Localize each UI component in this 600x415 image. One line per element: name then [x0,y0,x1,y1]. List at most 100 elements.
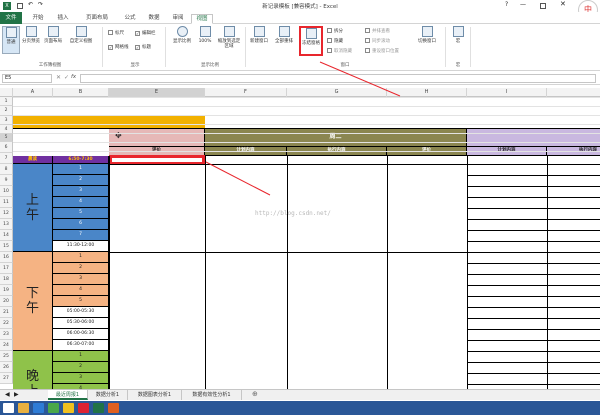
row-header[interactable]: 27 [0,373,13,384]
gridlines-checkbox[interactable]: ✓ 网格线 [108,44,129,50]
row-gridline [467,351,600,352]
taskbar-app-icon[interactable] [63,403,74,413]
row-header[interactable]: 18 [0,274,13,285]
row-header[interactable]: 7 [0,153,13,164]
taskbar-excel-icon[interactable] [93,403,104,413]
col-header-h[interactable]: H [387,88,467,97]
row-header[interactable]: 15 [0,241,13,252]
row-gridline [467,329,600,330]
row-header[interactable]: 8 [0,164,13,175]
headings-checkbox[interactable]: ✓ 标题 [135,44,151,50]
row-header[interactable]: 10 [0,186,13,197]
row-header[interactable]: 14 [0,230,13,241]
col-header-a[interactable]: A [13,88,53,97]
row-header[interactable]: 5 [0,134,13,142]
macros-button[interactable]: 宏 [450,26,466,44]
col-header-g[interactable]: G [287,88,387,97]
fx-icon[interactable]: fx [71,74,76,80]
row-header[interactable]: 3 [0,116,13,125]
sheet-tab-4[interactable]: 数据有效性分析1 [182,390,242,400]
taskbar-app-icon[interactable] [78,403,89,413]
row-header[interactable]: 24 [0,340,13,351]
select-all-corner[interactable] [0,88,13,97]
new-window-button[interactable]: 新建窗口 [248,26,270,44]
tab-page-layout[interactable]: 页面布局 [78,14,116,24]
row-header[interactable]: 1 [0,97,13,106]
tab-formulas[interactable]: 公式 [120,14,140,24]
col-header-b[interactable]: B [53,88,109,97]
morning-label-text: 晨读 [28,157,37,162]
save-icon[interactable] [17,3,23,9]
row-gridline [467,219,600,220]
tab-review[interactable]: 审阅 [168,14,188,24]
zoom-100-button[interactable]: 100% [196,26,214,44]
redo-icon[interactable]: ↷ [38,1,43,8]
row-header[interactable]: 12 [0,208,13,219]
row-header[interactable]: 23 [0,329,13,340]
row-header[interactable]: 2 [0,106,13,116]
help-icon[interactable]: ? [505,1,508,8]
close-icon[interactable]: ✕ [560,0,566,8]
col-header-e[interactable]: E [109,88,205,97]
unhide-button[interactable]: 取消隐藏 [327,48,352,54]
row-gridline [467,274,600,275]
col-header-f[interactable]: F [205,88,287,97]
ruler-checkbox[interactable]: 标尺 [108,30,124,36]
row-header[interactable]: 4 [0,125,13,134]
sync-scroll-button[interactable]: 同步滚动 [365,38,390,44]
next-sheet-icon[interactable]: ▶ [14,391,19,398]
switch-window-button[interactable]: 切换窗口 [414,26,440,44]
page-break-button[interactable]: 分页预览 [22,26,40,44]
row-header[interactable]: 22 [0,318,13,329]
row-header[interactable]: 6 [0,142,13,153]
taskbar-app-icon[interactable] [108,403,119,413]
row-header[interactable]: 17 [0,263,13,274]
freeze-panes-button[interactable]: 冻结窗格 [299,26,323,56]
formula-bar-checkbox[interactable]: ✓ 编辑栏 [135,30,156,36]
start-icon[interactable] [3,403,14,413]
row-header[interactable]: 9 [0,175,13,186]
enter-icon[interactable]: ✓ [64,74,69,81]
row-header[interactable]: 21 [0,307,13,318]
page-layout-button[interactable]: 页面布局 [42,26,64,44]
normal-view-button[interactable]: 普通 [2,26,20,54]
tab-home[interactable]: 开始 [27,14,49,24]
custom-view-button[interactable]: 自定义视图 [66,26,96,44]
taskbar-app-icon[interactable] [48,403,59,413]
reset-position-button[interactable]: 重设窗口位置 [365,48,399,54]
sheet-tab-1[interactable]: 最近周报1 [48,390,88,400]
row-gridline [13,97,600,98]
file-tab[interactable]: 文件 [0,12,22,24]
row-header[interactable]: 26 [0,362,13,373]
sheet-tab-2[interactable]: 数据分析1 [88,390,128,400]
undo-icon[interactable]: ↶ [28,1,33,8]
zoom-button[interactable]: 显示比例 [170,26,194,44]
tab-insert[interactable]: 插入 [52,14,74,24]
add-sheet-icon[interactable]: ⊕ [252,390,258,398]
name-box[interactable]: E5 [2,74,52,83]
row-header[interactable]: 11 [0,197,13,208]
maximize-icon[interactable] [540,3,546,9]
arrange-all-button[interactable]: 全部重排 [272,26,296,44]
row-header[interactable]: 20 [0,296,13,307]
side-by-side-button[interactable]: 并排查看 [365,28,390,34]
cell-e3-plus[interactable]: ✥ [109,129,205,147]
formula-input[interactable] [80,74,596,83]
taskbar-app-icon[interactable] [33,403,44,413]
prev-sheet-icon[interactable]: ◀ [5,391,10,398]
split-button[interactable]: 拆分 [327,28,343,34]
row-header[interactable]: 16 [0,252,13,263]
row-header[interactable]: 13 [0,219,13,230]
minimize-icon[interactable]: — [520,1,526,8]
row-header[interactable]: 19 [0,285,13,296]
cancel-icon[interactable]: ✕ [56,74,61,81]
col-header-i[interactable]: I [467,88,547,97]
tab-data[interactable]: 数据 [144,14,164,24]
row-header[interactable]: 25 [0,351,13,362]
hide-button[interactable]: 隐藏 [327,38,343,44]
tab-view[interactable]: 视图 [191,14,213,24]
zoom-selection-button[interactable]: 缩放到选定区域 [216,26,242,49]
taskbar-app-icon[interactable] [18,403,29,413]
sheet-grid[interactable]: 1 2 3 4 5 6 7 8 9 10 11 12 13 14 15 16 17 18 19 20 21 22 23 24 2… [0,97,600,389]
sheet-tab-3[interactable]: 数据图表分析1 [128,390,182,400]
